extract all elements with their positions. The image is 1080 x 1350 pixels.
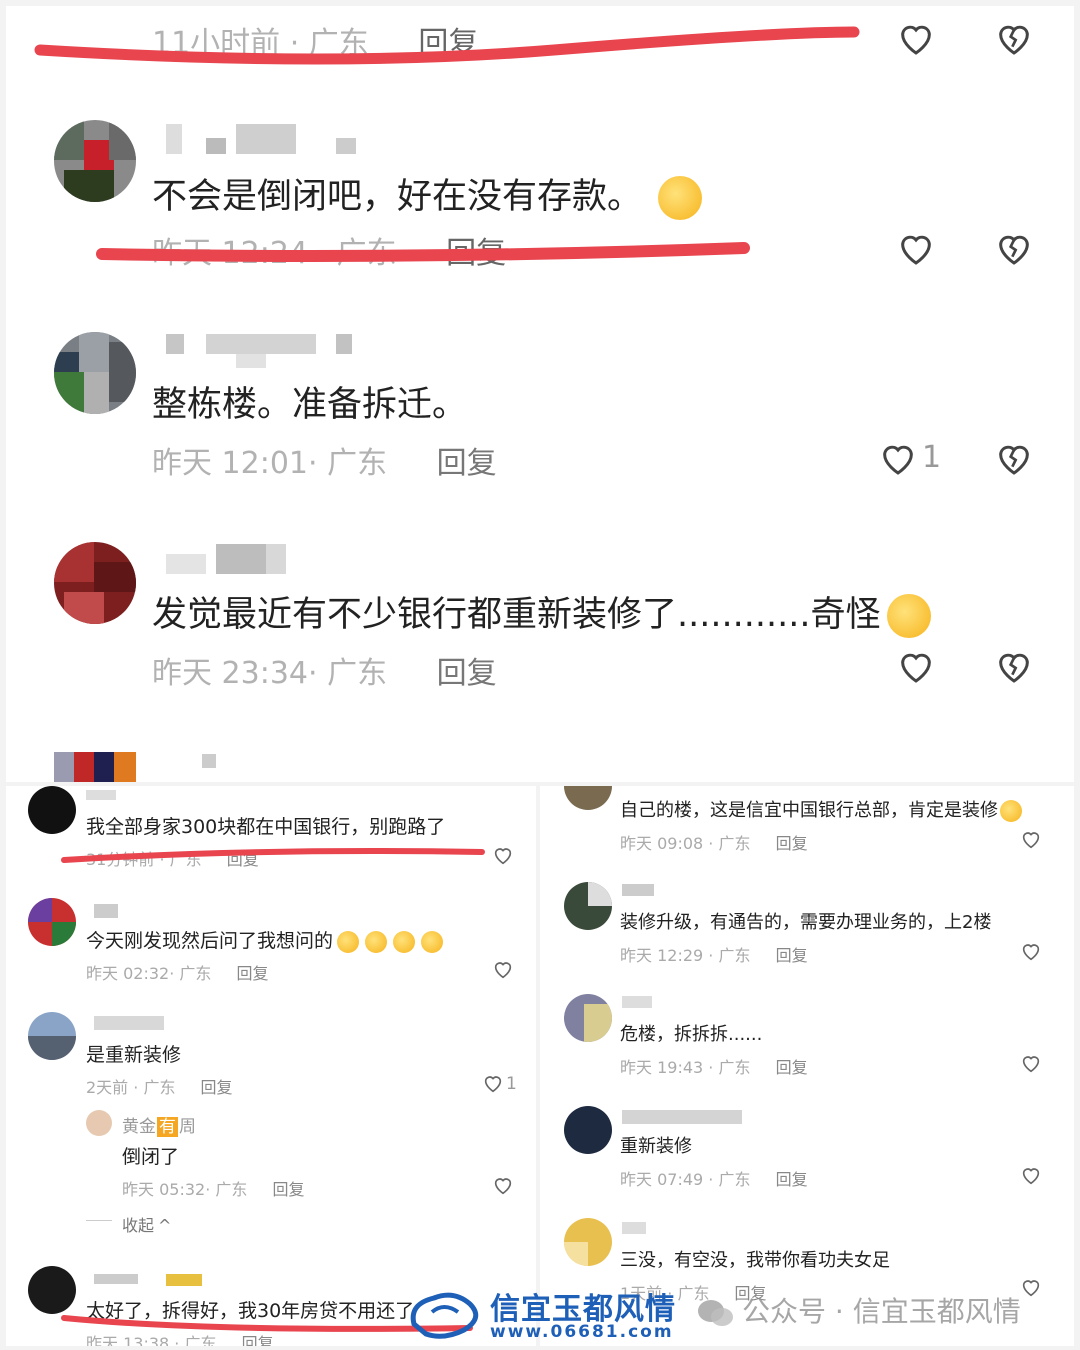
heart-icon[interactable]	[492, 958, 514, 980]
comment-text: 是重新装修	[86, 1044, 182, 1066]
reply-text: 倒闭了	[122, 1146, 180, 1168]
broken-heart-icon[interactable]	[994, 228, 1034, 268]
heart-icon[interactable]	[1020, 1164, 1042, 1186]
comment-meta: 昨天 02:32· 广东 回复	[86, 960, 268, 984]
broken-heart-icon[interactable]	[994, 438, 1034, 478]
comment-text: 重新装修	[620, 1136, 692, 1157]
chevron-up-icon: ^	[158, 1216, 172, 1235]
like-count: 1	[922, 440, 942, 475]
comment-time: 昨天 07:49 · 广东	[620, 1170, 751, 1189]
comment-meta: 昨天 23:34· 广东 回复	[152, 648, 497, 692]
avatar[interactable]	[54, 120, 136, 202]
avatar[interactable]	[54, 332, 136, 414]
blurred-username	[622, 996, 652, 1008]
comment-text: 今天刚发现然后问了我想问的	[86, 926, 444, 953]
comment-text: 不会是倒闭吧，好在没有存款。	[152, 168, 703, 220]
heart-icon[interactable]	[482, 1072, 504, 1094]
logo-icon	[410, 1292, 479, 1339]
laugh-cry-emoji	[658, 176, 703, 220]
blurred-username	[166, 1274, 202, 1286]
blurred-username	[622, 1110, 742, 1124]
comment-meta: 昨天 07:49 · 广东 回复	[620, 1166, 808, 1190]
bottom-right-comment-panel: 自己的楼，这是信宜中国银行总部，肯定是装修 昨天 09:08 · 广东 回复 装…	[540, 786, 1074, 1346]
wechat-icon	[698, 1300, 733, 1326]
reply-button[interactable]: 回复	[776, 1170, 808, 1189]
bottom-left-comment-panel: 我全部身家300块都在中国银行，别跑路了 31分钟前 · 广东 回复 今天刚发现…	[6, 786, 536, 1346]
avatar[interactable]	[28, 1266, 76, 1314]
comment-time: 2天前 · 广东	[86, 1078, 176, 1097]
avatar[interactable]	[28, 786, 76, 834]
comment-time: 昨天 12:01· 广东	[152, 446, 388, 481]
top-comment-panel: 11小时前 · 广东 回复 不会是倒闭吧，好在没有存款。 昨天 12:24 · …	[6, 6, 1074, 782]
avatar[interactable]	[564, 1106, 612, 1154]
heart-icon[interactable]	[1020, 828, 1042, 850]
avatar[interactable]	[54, 752, 136, 782]
avatar[interactable]	[564, 786, 612, 810]
like-count: 1	[506, 1074, 517, 1094]
comment-meta: 昨天 12:29 · 广东 回复	[620, 942, 808, 966]
comment-text: 三没，有空没，我带你看功夫女足	[620, 1250, 890, 1271]
user-badge: 有	[157, 1117, 178, 1137]
blurred-username	[622, 1222, 646, 1234]
reply-button[interactable]: 回复	[236, 964, 268, 983]
broken-heart-icon[interactable]	[994, 646, 1034, 686]
comment-text: 自己的楼，这是信宜中国银行总部，肯定是装修	[620, 796, 1022, 822]
reply-button[interactable]: 回复	[776, 1058, 808, 1077]
blurred-username	[94, 904, 118, 918]
heart-icon[interactable]	[492, 844, 514, 866]
heart-icon[interactable]	[896, 18, 936, 58]
reply-button[interactable]: 回复	[776, 946, 808, 965]
heart-icon[interactable]	[1020, 940, 1042, 962]
heart-icon[interactable]	[492, 1174, 514, 1196]
blurred-username	[94, 1274, 138, 1284]
avatar[interactable]	[564, 994, 612, 1042]
logo-url: www.06681.com	[490, 1322, 674, 1342]
comment-time: 昨天 09:08 · 广东	[620, 834, 751, 853]
heart-icon[interactable]	[1020, 1052, 1042, 1074]
divider	[86, 1220, 112, 1221]
comment-text: 装修升级，有通告的，需要办理业务的，上2楼	[620, 912, 992, 933]
reply-button[interactable]: 回复	[201, 1078, 233, 1097]
red-annotation-line	[61, 848, 485, 863]
avatar[interactable]	[28, 1012, 76, 1060]
comment-time: 昨天 02:32· 广东	[86, 964, 212, 983]
heart-icon[interactable]	[878, 438, 918, 478]
comment-meta: 昨天 05:32· 广东 回复	[122, 1176, 304, 1200]
broken-heart-icon[interactable]	[994, 18, 1034, 58]
comment-time: 昨天 05:32· 广东	[122, 1180, 248, 1199]
avatar[interactable]	[564, 1218, 612, 1266]
avatar[interactable]	[28, 898, 76, 946]
red-annotation-line	[96, 242, 750, 262]
red-annotation-line	[34, 26, 860, 65]
comment-meta: 2天前 · 广东 回复	[86, 1074, 233, 1098]
comment-meta: 昨天 12:01· 广东 回复	[152, 438, 497, 482]
blurred-username	[94, 1016, 164, 1030]
sulk-emoji	[886, 594, 931, 638]
heart-icon[interactable]	[1020, 1276, 1042, 1298]
blurred-username	[86, 790, 116, 800]
comment-time: 昨天 19:43 · 广东	[620, 1058, 751, 1077]
reply-button[interactable]: 回复	[272, 1180, 304, 1199]
comment-meta: 昨天 09:08 · 广东 回复	[620, 830, 808, 854]
heart-icon[interactable]	[896, 646, 936, 686]
reply-button[interactable]: 回复	[437, 446, 497, 481]
comment-time: 昨天 12:29 · 广东	[620, 946, 751, 965]
avatar[interactable]	[86, 1110, 112, 1136]
comment-text: 整栋楼。准备拆迁。	[152, 385, 468, 425]
comment-text: 危楼，拆拆拆......	[620, 1024, 763, 1045]
wechat-watermark: 公众号 · 信宜玉都风情	[696, 1290, 1021, 1330]
reply-username: 黄金有周	[122, 1117, 196, 1137]
blurred-username	[622, 884, 654, 896]
collapse-button[interactable]: 收起 ^	[122, 1212, 171, 1236]
comment-time: 昨天 23:34· 广东	[152, 656, 388, 691]
avatar[interactable]	[54, 542, 136, 624]
comment-text: 发觉最近有不少银行都重新装修了............奇怪	[152, 586, 931, 638]
comment-text: 我全部身家300块都在中国银行，别跑路了	[86, 816, 446, 838]
reply-button[interactable]: 回复	[437, 656, 497, 691]
avatar[interactable]	[564, 882, 612, 930]
reply-button[interactable]: 回复	[776, 834, 808, 853]
blurred-username	[202, 754, 216, 768]
comment-meta: 昨天 19:43 · 广东 回复	[620, 1054, 808, 1078]
heart-icon[interactable]	[896, 228, 936, 268]
